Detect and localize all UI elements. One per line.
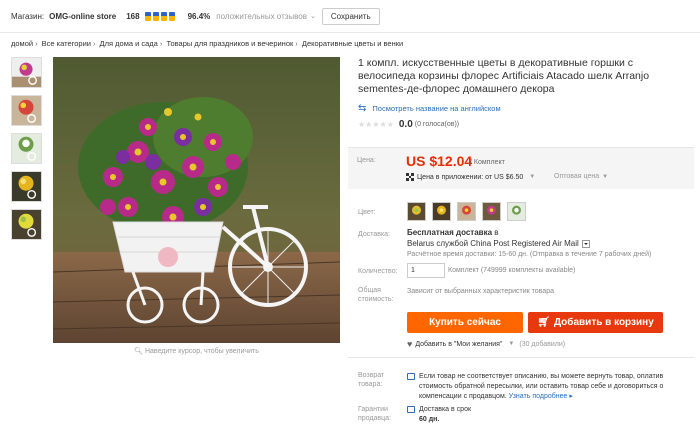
delivery-guarantee-icon <box>407 406 415 413</box>
color-swatches <box>407 202 526 221</box>
color-option-3[interactable] <box>457 202 476 221</box>
breadcrumb: домой › Все категории › Для дома и сада › Т… <box>11 39 404 48</box>
color-label: Цвет: <box>358 209 376 216</box>
total-label: Общая стоимость: <box>358 287 394 303</box>
feedback-dropdown[interactable]: положительных отзывов <box>216 12 307 21</box>
breadcrumb-home-garden[interactable]: Для дома и сада <box>100 39 158 48</box>
heart-icon[interactable]: ♥ <box>407 339 412 349</box>
breadcrumb-home[interactable]: домой <box>11 39 33 48</box>
returns-label: Возврат товара: <box>358 372 385 388</box>
qr-code-icon <box>406 173 414 181</box>
delivery-time: Расчётное время доставки: 15-60 дн. (Отп… <box>407 251 652 258</box>
delivery-guarantee: Доставка в срок 60 дн. <box>419 406 472 423</box>
shipping-dropdown-icon[interactable] <box>581 239 590 248</box>
quantity-info: Комплект (749999 комплекты available) <box>448 267 576 274</box>
thumbnail-1[interactable] <box>11 57 42 88</box>
breadcrumb-all-categories[interactable]: Все категории <box>42 39 91 48</box>
thumbnail-list <box>11 57 42 240</box>
zoom-hint: 🔍︎ Наведите курсор, чтобы увеличить <box>134 348 259 355</box>
store-bar: Магазин: OMG-online store 168 96.4% поло… <box>0 0 700 33</box>
app-price[interactable]: Цена в приложении: от US $6.50 ▼ <box>406 173 535 181</box>
guarantee-label: Гарантии продавца: <box>358 406 391 422</box>
divider <box>348 357 694 358</box>
rating: ★★★★★ 0.0 (0 голоса(ов)) <box>358 119 459 130</box>
return-policy-icon <box>407 373 415 380</box>
save-store-button[interactable]: Сохранить <box>321 7 380 25</box>
store-score[interactable]: 168 <box>126 12 139 21</box>
chevron-down-icon[interactable]: ⌄ <box>310 12 316 20</box>
positive-feedback-percent: 96.4% <box>187 11 211 21</box>
thumbnail-5[interactable] <box>11 209 42 240</box>
learn-more-link[interactable]: Узнать подробнее ▸ <box>509 393 573 400</box>
wishlist[interactable]: ♥ Добавить в "Мои желания" ▼ (30 добавил… <box>407 339 565 349</box>
price-label: Цена: <box>357 157 376 164</box>
shipping-method[interactable]: Belarus службой China Post Registered Ai… <box>407 239 590 248</box>
free-shipping: Бесплатная доставка в <box>407 228 499 237</box>
rating-value: 0.0 <box>398 119 413 130</box>
cart-icon: 🛒︎ <box>537 317 550 328</box>
translate-icon: ⇆ <box>358 103 367 114</box>
add-to-cart-button[interactable]: 🛒︎ Добавить в корзину <box>528 312 663 333</box>
store-name-link[interactable]: OMG-online store <box>49 12 116 21</box>
wholesale-price-dropdown[interactable]: Оптовая цена ▼ <box>554 173 608 180</box>
breadcrumb-decorative-flowers[interactable]: Декоративные цветы и венки <box>302 39 403 48</box>
return-policy-text: Если товар не соответствует описанию, вы… <box>419 373 664 400</box>
thumbnail-3[interactable] <box>11 133 42 164</box>
thumbnail-2[interactable] <box>11 95 42 126</box>
translate-link[interactable]: ⇆ Посмотреть название на английском <box>358 103 501 114</box>
shipping-label: Доставка: <box>358 231 391 238</box>
votes-count[interactable]: (0 голоса(ов)) <box>415 121 459 128</box>
main-product-image[interactable] <box>53 57 340 343</box>
buy-now-button[interactable]: Купить сейчас <box>407 312 523 333</box>
color-option-5[interactable] <box>507 202 526 221</box>
magnifier-icon: 🔍︎ <box>134 348 144 355</box>
total-value: Зависит от выбранных характеристик товар… <box>407 288 554 295</box>
chevron-down-icon[interactable]: ▼ <box>508 341 514 347</box>
chevron-down-icon[interactable]: ▼ <box>529 174 535 180</box>
color-option-2[interactable] <box>432 202 451 221</box>
price-value: US $12.04 <box>406 153 473 169</box>
store-label: Магазин: <box>11 11 45 21</box>
price-box: Цена: US $12.04 / Комплект Цена в прилож… <box>348 147 694 189</box>
quantity-label: Количество: <box>358 268 398 275</box>
store-medal-icon <box>144 11 175 21</box>
thumbnail-4[interactable] <box>11 171 42 202</box>
price-unit: / Комплект <box>470 159 505 166</box>
product-title: 1 компл. искусственные цветы в декоратив… <box>358 57 650 95</box>
quantity-input[interactable] <box>407 263 445 278</box>
star-rating-icon: ★★★★★ <box>358 120 394 129</box>
color-option-1[interactable] <box>407 202 426 221</box>
breadcrumb-party-supplies[interactable]: Товары для праздников и вечеринок <box>166 39 293 48</box>
color-option-4[interactable] <box>482 202 501 221</box>
